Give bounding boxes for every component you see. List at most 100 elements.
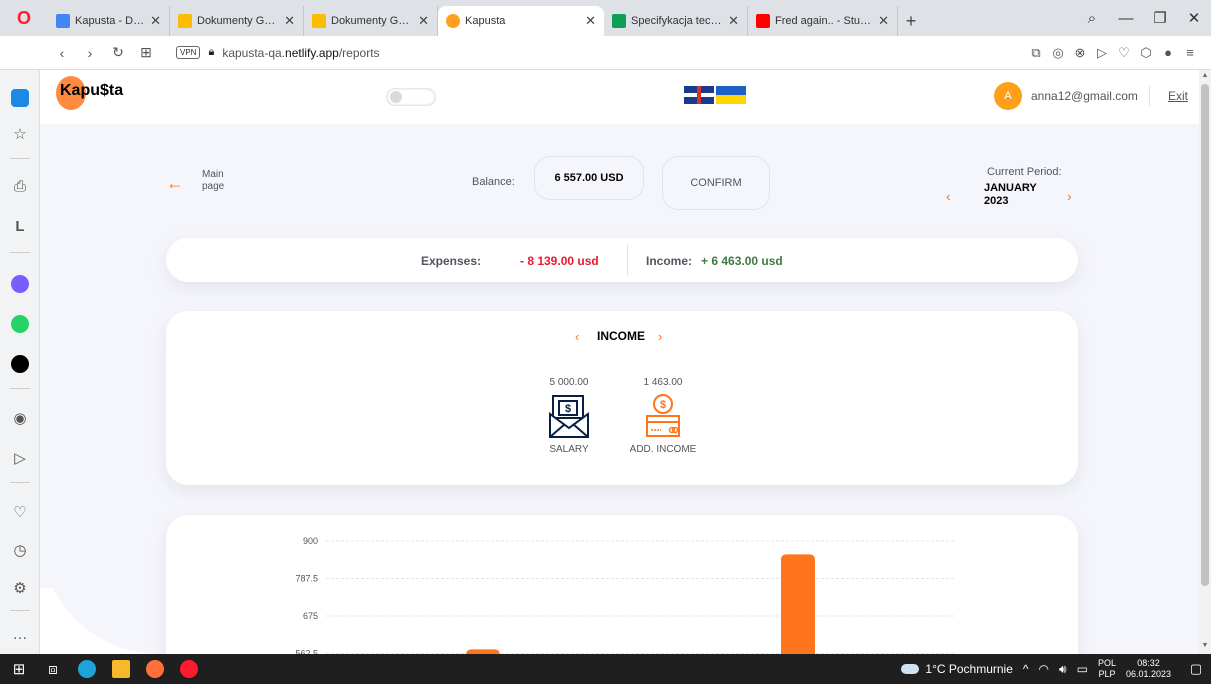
google-docs-icon [56, 14, 70, 28]
easy-setup-icon[interactable]: ⧉ [1025, 45, 1047, 61]
battery-icon[interactable]: ▭ [1077, 662, 1088, 676]
y-tick-label: 787.5 [295, 574, 318, 584]
reload-icon[interactable]: ↻ [104, 44, 132, 61]
weather-text[interactable]: 1°C Pochmurnie [925, 662, 1013, 676]
forward-icon[interactable]: › [76, 45, 104, 61]
network-icon[interactable]: ◠ [1039, 662, 1049, 676]
player-icon[interactable]: ▷ [1091, 45, 1113, 61]
tab-kapusta-docs[interactable]: Kapusta - Dokumenty Go ✕ [48, 6, 170, 36]
balance-value: 6 557.00 USD [534, 156, 644, 200]
lock-icon[interactable]: 🔒︎ [208, 46, 214, 59]
main-page-link[interactable]: Main page [202, 169, 242, 193]
close-tab-icon[interactable]: ✕ [585, 13, 596, 29]
language-indicator[interactable]: POL PLP [1098, 658, 1116, 680]
close-tab-icon[interactable]: ✕ [878, 13, 889, 29]
tiktok-icon[interactable] [0, 350, 40, 378]
snapshot-icon[interactable]: ◎ [1047, 45, 1069, 61]
edge-icon[interactable] [72, 654, 102, 684]
kapusta-reports-page: Kapu$ta A anna12@gmail.com Exit ← Main p… [40, 70, 1199, 654]
adblock-icon[interactable]: ⊗ [1069, 45, 1091, 61]
minimize-icon[interactable]: — [1109, 10, 1143, 27]
whatsapp-icon[interactable] [0, 310, 40, 338]
address-bar: ‹ › ↻ ⊞ VPN 🔒︎ kapusta-qa.netlify.app/re… [0, 36, 1211, 70]
prev-category-chevron-icon[interactable]: ‹ [575, 329, 579, 344]
messenger-icon[interactable] [0, 270, 40, 298]
more-icon[interactable]: … [0, 620, 40, 648]
tab-google-docs-offline-2[interactable]: Dokumenty Google offlin ✕ [304, 6, 438, 36]
task-view-icon[interactable]: ⧈ [38, 654, 68, 684]
opera-taskbar-icon[interactable] [174, 654, 204, 684]
svg-text:$: $ [660, 399, 666, 411]
english-flag-icon[interactable] [684, 86, 714, 104]
url-field[interactable]: kapusta-qa.netlify.app/reports [222, 46, 379, 60]
add-income-card-icon: $ [646, 394, 680, 437]
svg-text:$: $ [565, 403, 571, 415]
back-icon[interactable]: ‹ [48, 45, 76, 61]
exit-button[interactable]: Exit [1168, 89, 1188, 103]
close-window-icon[interactable]: ✕ [1177, 9, 1211, 27]
category-salary[interactable]: 5 000.00 $ SALARY [524, 377, 614, 455]
new-tab-button[interactable]: + [898, 6, 924, 36]
settings-gear-icon[interactable]: ⚙ [0, 574, 40, 602]
l-app-icon[interactable]: L [0, 212, 40, 240]
history-icon[interactable]: ◷ [0, 536, 40, 564]
notifications-icon[interactable]: ▢ [1181, 661, 1211, 677]
window-controls: ⌕ — ❐ ✕ [1075, 0, 1211, 36]
speed-dial-icon[interactable]: ⊞ [132, 44, 160, 61]
weather-cloud-icon[interactable] [901, 664, 920, 674]
confirm-button[interactable]: CONFIRM [662, 156, 770, 210]
next-category-chevron-icon[interactable]: › [658, 329, 662, 344]
youtube-icon [756, 14, 770, 28]
heart-icon[interactable]: ♡ [1113, 45, 1135, 61]
chart-bar[interactable] [781, 554, 815, 654]
tray-chevron-icon[interactable]: ^ [1023, 662, 1029, 676]
extensions-icon[interactable]: ⬡ [1135, 45, 1157, 61]
flow-icon[interactable]: ▷ [0, 444, 40, 472]
favorites-icon[interactable]: ♡ [0, 498, 40, 526]
scroll-up-icon[interactable]: ▲ [1199, 72, 1211, 79]
tab-google-docs-offline[interactable]: Dokumenty Google offlin ✕ [170, 6, 304, 36]
kapusta-logo[interactable]: Kapu$ta [56, 76, 123, 110]
search-tabs-icon[interactable]: ⌕ [1075, 10, 1109, 27]
player-sidebar-icon[interactable]: ◉ [0, 404, 40, 432]
star-icon[interactable]: ☆ [0, 120, 40, 148]
category-card: ‹ INCOME › 5 000.00 $ SALARY 1 463.00 $ [166, 311, 1078, 485]
close-tab-icon[interactable]: ✕ [418, 13, 429, 29]
restore-icon[interactable]: ❐ [1143, 9, 1177, 27]
scroll-down-icon[interactable]: ▼ [1199, 642, 1211, 649]
windows-start-icon[interactable]: ⊞ [4, 654, 34, 684]
income-label: Income: [646, 254, 693, 268]
theme-toggle[interactable] [386, 88, 436, 106]
totals-summary: Expenses: - 8 139.00 usd Income: + 6 463… [166, 238, 1078, 282]
file-explorer-icon[interactable] [106, 654, 136, 684]
menu-icon[interactable]: ≡ [1179, 45, 1201, 60]
ukrainian-flag-icon[interactable] [716, 86, 746, 104]
tab-specification[interactable]: Specifykacja techniczna ✕ [604, 6, 748, 36]
opera-logo-icon[interactable]: O [0, 0, 48, 36]
prev-period-chevron-icon[interactable]: ‹ [946, 188, 951, 204]
back-arrow-icon[interactable]: ← [166, 173, 184, 194]
clock[interactable]: 08:32 06.01.2023 [1126, 658, 1171, 680]
category-add-income[interactable]: 1 463.00 $ ADD. INCOME [618, 377, 708, 455]
google-drive-icon [312, 14, 326, 28]
google-drive-icon [178, 14, 192, 28]
tab-kapusta[interactable]: Kapusta ✕ [438, 6, 604, 36]
close-tab-icon[interactable]: ✕ [150, 13, 161, 29]
close-tab-icon[interactable]: ✕ [728, 13, 739, 29]
address-bar-actions: ⧉ ◎ ⊗ ▷ ♡ ⬡ ● ≡ [1025, 45, 1201, 61]
expenses-total: - 8 139.00 usd [520, 254, 599, 268]
profile-icon[interactable]: ● [1157, 45, 1179, 60]
y-tick-label: 900 [303, 536, 318, 546]
firefox-icon[interactable] [140, 654, 170, 684]
tab-youtube-studio[interactable]: Fred again.. - Studio Live ✕ [748, 6, 898, 36]
income-total: + 6 463.00 usd [701, 254, 783, 268]
home-icon[interactable] [0, 84, 40, 112]
current-period-label: Current Period: [987, 166, 1062, 178]
close-tab-icon[interactable]: ✕ [284, 13, 295, 29]
vpn-badge[interactable]: VPN [176, 46, 201, 59]
next-period-chevron-icon[interactable]: › [1067, 188, 1072, 204]
volume-icon[interactable]: 🔊︎ [1059, 662, 1067, 677]
shopping-bag-icon[interactable]: ⎙ [0, 172, 40, 200]
scroll-thumb[interactable] [1201, 84, 1209, 586]
page-scrollbar[interactable]: ▲ ▼ [1199, 70, 1211, 654]
